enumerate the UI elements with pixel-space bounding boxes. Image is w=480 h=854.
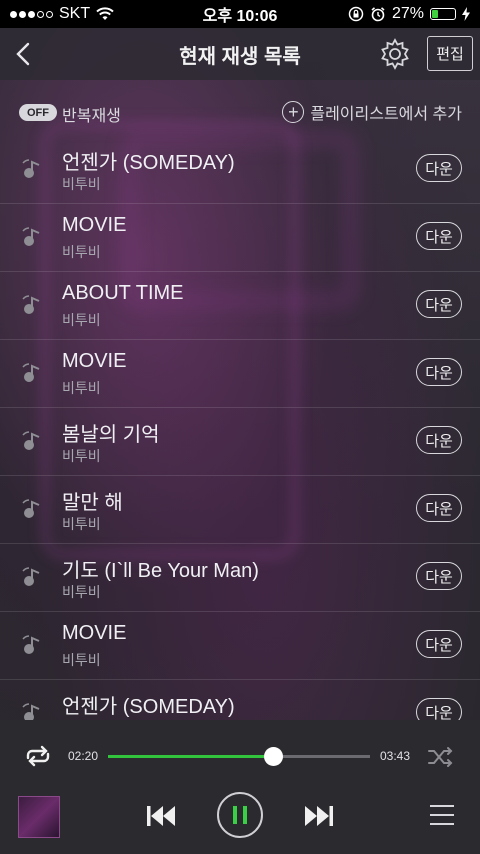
signal-icon (10, 10, 53, 18)
song-title: 봄날의 기억 (62, 424, 160, 446)
artist-name: 비투비 (62, 584, 101, 600)
repeat-icon (26, 745, 50, 767)
playlist-row[interactable]: MOVIE 비투비 다운 (0, 340, 480, 408)
header-bar: 현재 재생 목록 편집 (0, 28, 480, 80)
clock: 오후 10:06 (202, 8, 278, 25)
pause-button[interactable] (217, 792, 263, 838)
progress-handle[interactable] (263, 747, 283, 766)
artist-name: 비투비 (62, 516, 101, 532)
song-title: 언젠가 (SOMEDAY) (62, 696, 235, 718)
pause-icon (233, 806, 247, 824)
music-note-icon (22, 295, 40, 314)
music-note-icon (22, 635, 40, 654)
artist-name: 비투비 (62, 380, 101, 396)
artist-name: 비투비 (62, 652, 101, 668)
settings-button[interactable] (378, 37, 412, 71)
music-note-icon (22, 567, 40, 586)
add-from-playlist-label: 플레이리스트에서 추가 (310, 106, 462, 123)
download-button[interactable]: 다운 (416, 494, 462, 522)
shuffle-icon (428, 747, 453, 767)
plus-circle-icon: + (282, 101, 305, 123)
download-button[interactable]: 다운 (416, 562, 462, 590)
song-title: ABOUT TIME (62, 282, 184, 304)
battery-icon (430, 8, 456, 20)
progress-fill (108, 755, 273, 758)
charging-icon (462, 7, 470, 21)
wifi-icon (96, 7, 114, 20)
rotation-lock-icon (348, 6, 364, 22)
hamburger-menu-icon (430, 805, 454, 825)
music-note-icon (22, 363, 40, 382)
music-note-icon (22, 499, 40, 518)
download-button[interactable]: 다운 (416, 290, 462, 318)
song-title: MOVIE (62, 622, 127, 644)
playlist-row[interactable]: 봄날의 기억비투비 다운 (0, 408, 480, 476)
playlist-row[interactable]: ABOUT TIME 비투비 다운 (0, 272, 480, 340)
music-note-icon (22, 703, 40, 720)
playlist-row[interactable]: 기도 (I`ll Be Your Man) 비투비 다운 (0, 544, 480, 612)
song-title: MOVIE (62, 350, 127, 372)
song-title: MOVIE (62, 214, 127, 236)
download-button[interactable]: 다운 (416, 222, 462, 250)
music-note-icon (22, 431, 40, 450)
song-title: 언젠가 (SOMEDAY) (62, 152, 235, 174)
status-bar: SKT 오후 10:06 27% (0, 0, 480, 28)
playlist-row[interactable]: MOVIE 비투비 다운 (0, 612, 480, 680)
page-title: 현재 재생 목록 (179, 45, 301, 68)
back-button[interactable] (10, 38, 40, 70)
download-button[interactable]: 다운 (416, 426, 462, 454)
playlist: 언젠가 (SOMEDAY) 비투비 다운 MOVIE 비투비 다운 ABOUT TIME 비투… (0, 136, 480, 720)
repeat-button[interactable] (22, 744, 54, 768)
skip-previous-icon (147, 806, 175, 826)
menu-button[interactable] (428, 802, 456, 828)
skip-next-icon (305, 806, 333, 826)
artist-name: 비투비 (62, 176, 101, 192)
song-title: 말만 해 (62, 492, 123, 514)
music-note-icon (22, 159, 40, 178)
download-button[interactable]: 다운 (416, 698, 462, 720)
music-note-icon (22, 227, 40, 246)
alarm-icon (371, 7, 385, 22)
chevron-left-icon (16, 42, 30, 66)
playlist-row[interactable]: 언젠가 (SOMEDAY)비투비다운 (0, 680, 480, 720)
player-bar: 02:20 03:43 (0, 720, 480, 854)
album-art-thumbnail[interactable] (18, 796, 60, 838)
next-button[interactable] (302, 802, 336, 830)
gear-icon (381, 38, 409, 70)
edit-button[interactable]: 편집 (427, 36, 473, 71)
playlist-row[interactable]: 언젠가 (SOMEDAY) 비투비 다운 (0, 136, 480, 204)
repeat-label: 반복재생 (62, 108, 121, 125)
song-title: 기도 (I`ll Be Your Man) (62, 560, 259, 582)
options-bar: OFF 반복재생 + 플레이리스트에서 추가 (0, 92, 480, 132)
download-button[interactable]: 다운 (416, 630, 462, 658)
download-button[interactable]: 다운 (416, 358, 462, 386)
progress-bar[interactable] (108, 747, 370, 766)
total-time: 03:43 (380, 749, 411, 763)
current-time: 02:20 (68, 749, 99, 763)
artist-name: 비투비 (62, 244, 101, 260)
shuffle-button[interactable] (427, 746, 455, 768)
playlist-row[interactable]: 말만 해비투비 다운 (0, 476, 480, 544)
artist-name: 비투비 (62, 448, 101, 464)
add-from-playlist-button[interactable]: + 플레이리스트에서 추가 (282, 100, 462, 124)
download-button[interactable]: 다운 (416, 154, 462, 182)
playlist-row[interactable]: MOVIE 비투비 다운 (0, 204, 480, 272)
previous-button[interactable] (144, 802, 178, 830)
carrier-label: SKT (59, 5, 91, 22)
repeat-toggle[interactable]: OFF (19, 104, 57, 121)
battery-percent: 27% (391, 5, 424, 22)
artist-name: 비투비 (62, 312, 101, 328)
